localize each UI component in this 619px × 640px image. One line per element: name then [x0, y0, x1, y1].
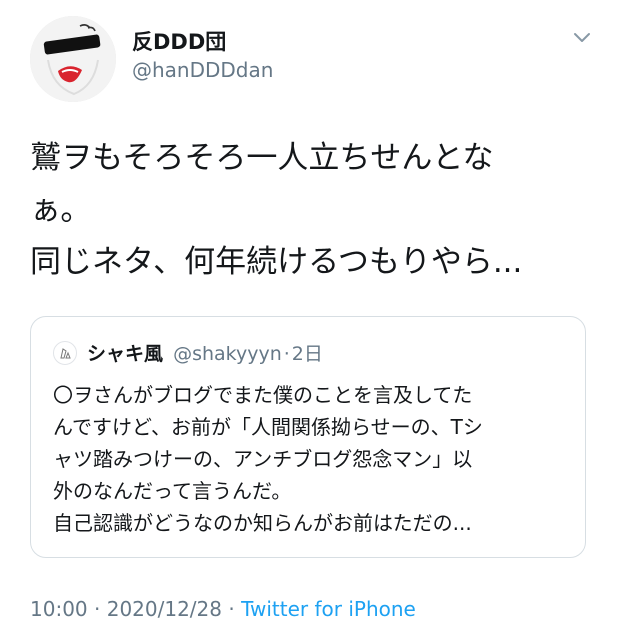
quoted-text-line: んですけど、お前が「人間関係拗らせーの、Tシ	[53, 415, 483, 439]
meta-separator: ·	[228, 597, 235, 621]
tweet-text-line: ぁ。	[30, 192, 92, 228]
tweet-text-line: 鷲ヲもそろそろ一人立ちせんとな	[30, 140, 494, 176]
tweet-time: 10:00	[30, 597, 88, 621]
chevron-down-icon[interactable]	[570, 28, 594, 48]
quoted-display-name: シャキ風	[87, 343, 164, 365]
tweet-source-link[interactable]: Twitter for iPhone	[241, 597, 416, 621]
quoted-tweet-header: シャキ風 @shakyyyn · 2日	[87, 339, 323, 366]
quoted-text-line: ャツ踏みつけーの、アンチブログ怨念マン」以	[53, 447, 473, 471]
quoted-tweet-card[interactable]: シャキ風 @shakyyyn · 2日 〇ヲさんがブログでまた僕のことを言及してた …	[30, 316, 586, 558]
user-handle[interactable]: @hanDDDdan	[132, 58, 273, 82]
quoted-text-line: 〇ヲさんがブログでまた僕のことを言及してた	[53, 383, 473, 407]
quoted-text-line: 外のなんだって言うんだ。	[53, 479, 292, 503]
quoted-author-avatar	[53, 341, 77, 365]
avatar-face-image	[30, 16, 116, 102]
display-name[interactable]: 反DDD団	[132, 26, 226, 56]
quoted-tweet-text: 〇ヲさんがブログでまた僕のことを言及してた んですけど、お前が「人間関係拗らせー…	[53, 379, 573, 539]
tweet-date[interactable]: 2020/12/28	[107, 597, 222, 621]
quoted-time-ago: 2日	[291, 343, 323, 365]
tweet-text: 鷲ヲもそろそろ一人立ちせんとな ぁ。 同じネタ、何年続けるつもりやら...	[30, 132, 592, 288]
tweet-text-line: 同じネタ、何年続けるつもりやら...	[30, 244, 523, 280]
quoted-text-line: 自己認識がどうなのか知らんがお前はただの...	[53, 511, 472, 535]
quoted-separator: ·	[283, 343, 290, 365]
meta-separator: ·	[94, 597, 101, 621]
tweet-meta: 10:00 · 2020/12/28 · Twitter for iPhone	[30, 597, 416, 621]
quoted-handle: @shakyyyn	[173, 343, 282, 365]
author-avatar[interactable]	[30, 16, 116, 102]
